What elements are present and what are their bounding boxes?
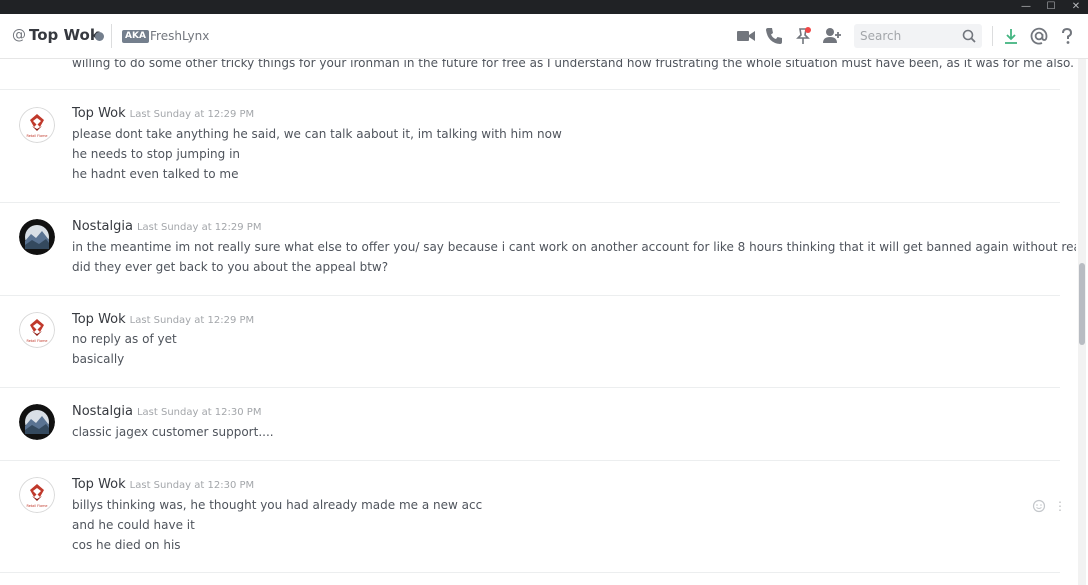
more-options-icon[interactable]: ⋮ [1054,499,1066,513]
mentions-icon[interactable] [1029,26,1049,46]
message-group: Retail Flame Top Wok Last Sunday at 12:30… [0,461,1060,573]
message-author-line: Top Wok Last Sunday at 12:30 PM [72,477,254,492]
channel-name: Top Wok [29,26,100,44]
svg-text:Retail Flame: Retail Flame [26,134,47,138]
header-divider [992,26,993,46]
avatar[interactable]: Retail Flame [19,477,55,513]
message-text: billys thinking was, he thought you had … [72,498,483,512]
voice-call-icon[interactable] [764,26,784,46]
status-indicator [95,32,104,41]
message-group: Retail Flame Top Wok Last Sunday at 12:29… [0,90,1060,203]
svg-text:Retail Flame: Retail Flame [26,339,47,343]
aka-badge: AKA [122,30,149,43]
window-titlebar: — ☐ ✕ [0,0,1088,14]
message-text: no reply as of yet [72,332,177,346]
mountain-avatar-image [19,404,55,440]
message-text: willing to do some other tricky things f… [72,59,1074,70]
scrollbar-thumb[interactable] [1079,263,1085,345]
message-text: and he could have it [72,518,195,532]
download-icon[interactable] [1001,26,1021,46]
timestamp: Last Sunday at 12:29 PM [129,109,255,120]
message-text: he needs to stop jumping in [72,147,241,161]
header-divider [111,24,112,48]
aka-name: FreshLynx [150,29,210,43]
timestamp: Last Sunday at 12:29 PM [136,222,262,233]
author-name[interactable]: Nostalgia [72,404,133,419]
author-name[interactable]: Top Wok [72,106,126,121]
author-name[interactable]: Top Wok [72,477,126,492]
minimize-button[interactable]: — [1014,0,1038,14]
author-name[interactable]: Top Wok [72,312,126,327]
message-text: in the meantime im not really sure what … [72,240,1076,254]
search-icon [962,29,976,43]
avatar[interactable]: Retail Flame [19,312,55,348]
message-text: he hadnt even talked to me [72,167,239,181]
add-friend-icon[interactable] [822,26,842,46]
message-group: willing to do some other tricky things f… [0,59,1074,90]
timestamp: Last Sunday at 12:30 PM [129,480,255,491]
message-text: did they ever get back to you about the … [72,260,389,274]
maximize-button[interactable]: ☐ [1039,0,1063,14]
retail-flame-logo: Retail Flame [19,477,55,513]
retail-flame-logo: Retail Flame [19,312,55,348]
video-call-icon[interactable] [736,26,756,46]
retail-flame-logo: Retail Flame [19,107,55,143]
message-group: Nostalgia Last Sunday at 12:29 PM in the … [0,203,1076,296]
at-icon: @ [12,27,26,43]
message-text: classic jagex customer support.... [72,425,274,439]
pin-icon[interactable] [794,26,814,46]
message-group: Retail Flame Top Wok Last Sunday at 12:29… [0,296,1060,388]
message-text: cos he died on his [72,538,181,552]
author-name[interactable]: Nostalgia [72,219,133,234]
close-button[interactable]: ✕ [1064,0,1088,14]
timestamp: Last Sunday at 12:30 PM [136,407,262,418]
message-author-line: Top Wok Last Sunday at 12:29 PM [72,106,254,121]
message-list: willing to do some other tricky things f… [0,59,1076,585]
message-text: basically [72,352,125,366]
add-reaction-icon[interactable] [1032,499,1046,513]
message-group: Nostalgia Last Sunday at 12:30 PM classic… [0,388,1060,461]
message-author-line: Nostalgia Last Sunday at 12:30 PM [72,404,261,419]
timestamp: Last Sunday at 12:29 PM [129,315,255,326]
search-input[interactable]: Search [854,24,982,48]
help-icon[interactable] [1057,26,1077,46]
avatar[interactable]: Retail Flame [19,107,55,143]
avatar[interactable] [19,404,55,440]
message-author-line: Top Wok Last Sunday at 12:29 PM [72,312,254,327]
message-author-line: Nostalgia Last Sunday at 12:29 PM [72,219,261,234]
svg-text:Retail Flame: Retail Flame [26,504,47,508]
search-placeholder: Search [860,29,902,43]
avatar[interactable] [19,219,55,255]
channel-header: @ Top Wok AKA FreshLynx Search [0,14,1088,59]
mountain-avatar-image [19,219,55,255]
message-text: please dont take anything he said, we ca… [72,127,562,141]
